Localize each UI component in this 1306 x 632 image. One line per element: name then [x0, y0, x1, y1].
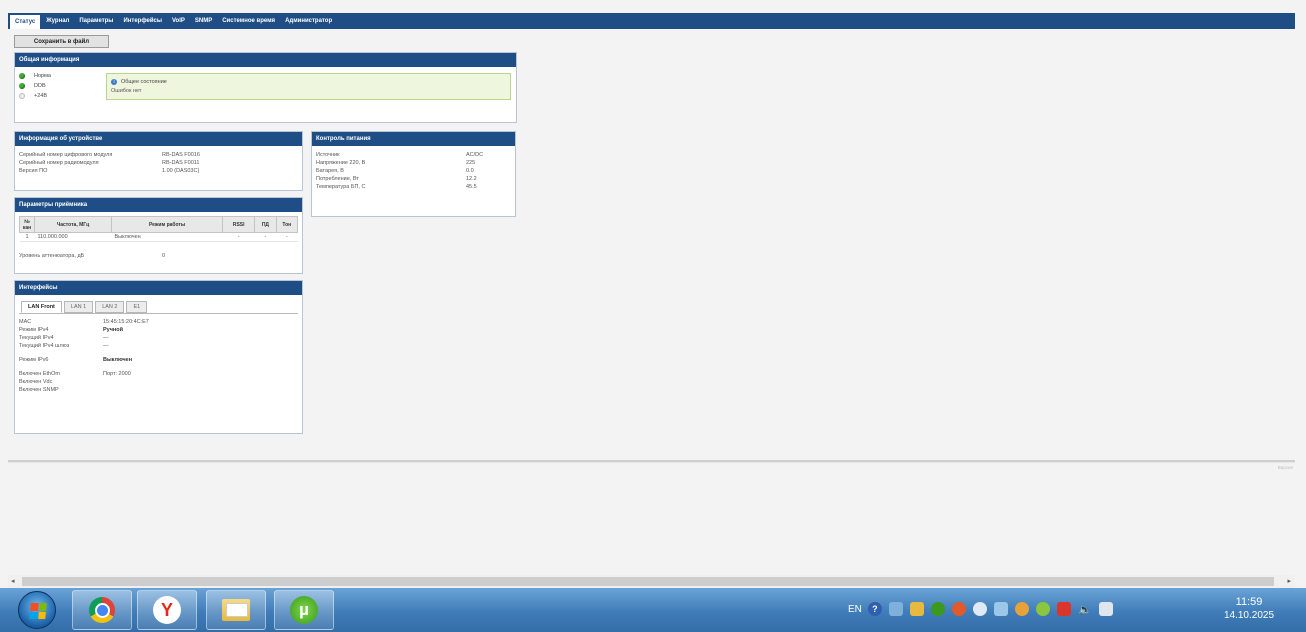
tab-e1[interactable]: E1	[126, 301, 148, 313]
network-icon[interactable]	[888, 602, 903, 616]
tab-lan1[interactable]: LAN 1	[63, 301, 94, 313]
update-icon[interactable]	[1035, 602, 1050, 616]
status-ok-icon	[19, 83, 25, 89]
panel-title: Общая информация	[15, 53, 516, 67]
wifi-icon[interactable]	[972, 602, 987, 616]
scroll-left-icon[interactable]: ◂	[11, 577, 15, 585]
power-control-panel: Контроль питания Источник AC/DC Напряжени…	[311, 131, 516, 217]
info-row: Температура БП, С 45.5	[316, 184, 477, 190]
horizontal-scrollbar[interactable]: ◂ ▸	[8, 575, 1295, 588]
panel-title: Контроль питания	[312, 132, 515, 146]
info-row: MAC 15:45:15:20:4C:E7	[19, 319, 149, 325]
language-indicator[interactable]: EN	[848, 604, 862, 615]
attenuator-row: Уровень аттенюатора, дБ 0	[19, 253, 166, 259]
receiver-table: № кан Частота, МГц Режим работы RSSI ПД …	[19, 216, 299, 242]
panel-title: Интерфейсы	[15, 281, 302, 295]
taskbar-yandex[interactable]: Y	[137, 590, 197, 630]
table-row[interactable]: 1 110.000.000 Выключен - - -	[19, 232, 298, 242]
panel-title: Информация об устройстве	[15, 132, 302, 146]
info-row: Источник AC/DC	[316, 152, 484, 158]
table-header-row: № кан Частота, МГц Режим работы RSSI ПД …	[19, 216, 299, 233]
tab-voip[interactable]: VoIP	[167, 13, 190, 29]
scroll-right-icon[interactable]: ▸	[1287, 577, 1291, 585]
info-row: Включен Vdc	[19, 379, 53, 385]
status-item: Норма	[19, 71, 51, 81]
main-nav: Статус Журнал Параметры Интерфейсы VoIP …	[8, 13, 1295, 29]
status-ok-icon	[19, 73, 25, 79]
footer-divider	[8, 460, 1295, 463]
system-tray: EN ? 🔈	[848, 602, 1120, 616]
antivirus-icon[interactable]	[1014, 602, 1029, 616]
chrome-icon	[89, 597, 115, 623]
tab-system-time[interactable]: Системное время	[217, 13, 280, 29]
display-icon[interactable]	[993, 602, 1008, 616]
info-row: Включен SNMP	[19, 387, 59, 393]
taskbar-utorrent[interactable]: µ	[274, 590, 334, 630]
interface-tabs: LAN Front LAN 1 LAN 2 E1	[21, 301, 302, 313]
status-item: +24В	[19, 91, 51, 101]
scrollbar-thumb[interactable]	[22, 577, 1274, 586]
info-row: Напряжение 220, В 225	[316, 160, 476, 166]
status-list: Норма DDB +24В	[19, 71, 51, 101]
tab-lan-front[interactable]: LAN Front	[21, 301, 62, 313]
yandex-icon: Y	[153, 596, 181, 624]
info-row: Включен EthOm Порт: 2000	[19, 371, 131, 377]
interfaces-panel: Интерфейсы LAN Front LAN 1 LAN 2 E1 MAC 1…	[14, 280, 303, 434]
folder-icon	[222, 599, 250, 621]
footer-version-text: Версия	[1277, 465, 1293, 470]
utorrent-icon: µ	[290, 596, 318, 624]
taskbar-chrome[interactable]	[72, 590, 132, 630]
taskbar-clock[interactable]: 11:59 14.10.2025	[1218, 596, 1280, 621]
battery-icon[interactable]	[1098, 602, 1113, 616]
save-to-file-button[interactable]: Сохранить в файл	[14, 35, 109, 48]
tab-parameters[interactable]: Параметры	[74, 13, 118, 29]
clock-time: 11:59	[1235, 596, 1263, 608]
info-row: Режим IPv6 Выключен	[19, 357, 133, 363]
status-label: Норма	[34, 73, 51, 79]
action-center-flag-icon[interactable]	[1056, 602, 1071, 616]
start-button[interactable]	[18, 591, 56, 629]
status-item: DDB	[19, 81, 51, 91]
status-label: DDB	[34, 83, 46, 89]
info-row: Потребление, Вт 12.2	[316, 176, 477, 182]
info-row: Режим IPv4 Ручной	[19, 327, 123, 333]
info-row: Версия ПО 1.00 (DAS03C)	[19, 168, 200, 174]
info-row: Серийный номер радиомодуля RB-DAS F0011	[19, 160, 200, 166]
help-icon[interactable]: ?	[867, 602, 882, 616]
info-row: Батарея, В 0.0	[316, 168, 474, 174]
status-off-icon	[19, 93, 25, 99]
info-row: Текущий IPv4 шлюз —	[19, 343, 109, 349]
chrome-tray-icon[interactable]	[951, 602, 966, 616]
panel-title: Параметры приёмника	[15, 198, 302, 212]
windows-taskbar: Y µ EN ? 🔈 11:59 14.10.2025	[0, 588, 1306, 632]
general-state-box: i Общее состояние Ошибок нет	[106, 73, 511, 100]
state-title: Общее состояние	[121, 78, 167, 85]
general-info-panel: Общая информация Норма DDB +24В i Общее …	[14, 52, 517, 123]
info-row: Серийный номер цифрового модуля RB-DAS F0…	[19, 152, 200, 158]
receiver-params-panel: Параметры приёмника № кан Частота, МГц Р…	[14, 197, 303, 274]
taskbar-explorer[interactable]	[206, 590, 266, 630]
tab-admin[interactable]: Администратор	[280, 13, 337, 29]
status-label: +24В	[34, 93, 47, 99]
device-info-panel: Информация об устройстве Серийный номер …	[14, 131, 303, 191]
utorrent-tray-icon[interactable]	[930, 602, 945, 616]
tab-snmp[interactable]: SNMP	[190, 13, 217, 29]
info-row: Текущий IPv4—	[19, 335, 109, 341]
tray-app-icon[interactable]	[909, 602, 924, 616]
windows-logo-icon	[29, 603, 47, 619]
clock-date: 14.10.2025	[1223, 610, 1275, 621]
state-text: Ошибок нет	[111, 87, 142, 94]
tab-interfaces[interactable]: Интерфейсы	[118, 13, 167, 29]
tab-status[interactable]: Статус	[10, 15, 41, 29]
tab-lan2[interactable]: LAN 2	[95, 301, 125, 313]
volume-icon[interactable]: 🔈	[1078, 602, 1092, 616]
tab-log[interactable]: Журнал	[41, 13, 74, 29]
info-icon: i	[111, 78, 117, 85]
